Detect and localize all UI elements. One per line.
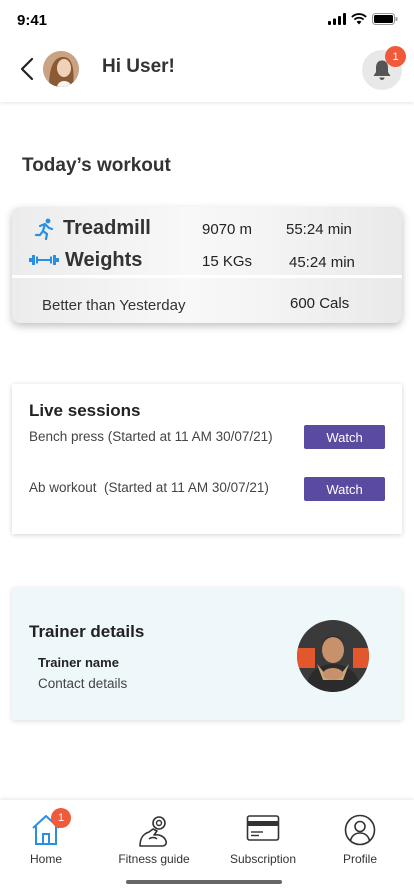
session-description: Bench press (Started at 11 AM 30/07/21) <box>29 429 273 444</box>
trainer-contact[interactable]: Contact details <box>38 676 127 691</box>
workout-summary-card: Treadmill 9070 m 55:24 min Weights 15 KG… <box>12 207 402 323</box>
tab-home[interactable]: Home <box>0 800 92 876</box>
home-badge: 1 <box>51 808 71 828</box>
trainer-details-card: Trainer details Trainer name Contact det… <box>12 588 402 720</box>
avatar-image <box>43 51 79 87</box>
tab-subscription[interactable]: Subscription <box>217 800 309 876</box>
back-chevron-icon <box>20 57 34 81</box>
card-icon <box>246 815 280 841</box>
status-bar: 9:41 <box>0 0 414 44</box>
todays-workout-title: Today’s workout <box>22 155 171 176</box>
battery-icon <box>372 13 398 25</box>
trainer-name: Trainer name <box>38 655 119 670</box>
trainer-details-title: Trainer details <box>29 622 145 641</box>
trainer-image <box>297 620 369 692</box>
live-sessions-card: Live sessions Bench press (Started at 11… <box>12 384 402 534</box>
tab-label: Fitness guide <box>118 852 190 866</box>
card-divider <box>12 275 402 278</box>
calories-value: 600 Cals <box>290 295 350 312</box>
workout-name: Treadmill <box>63 217 151 239</box>
comparison-label: Better than Yesterday <box>42 297 186 314</box>
session-description: Ab workout (Started at 11 AM 30/07/21) <box>29 480 269 495</box>
tab-label: Profile <box>342 852 377 866</box>
notification-badge: 1 <box>385 46 406 67</box>
watch-button[interactable]: Watch <box>304 477 385 501</box>
tab-label: Subscription <box>229 852 297 866</box>
workout-duration: 45:24 min <box>289 254 355 271</box>
wifi-icon <box>351 13 367 25</box>
user-avatar[interactable] <box>43 51 79 87</box>
greeting-title: Hi User! <box>102 56 175 77</box>
running-icon <box>34 218 54 240</box>
profile-icon <box>344 814 376 846</box>
tab-profile[interactable]: Profile <box>318 800 402 876</box>
trainer-avatar[interactable] <box>297 620 369 692</box>
workout-name: Weights <box>65 249 143 271</box>
live-sessions-title: Live sessions <box>29 401 141 420</box>
watch-button[interactable]: Watch <box>304 425 385 449</box>
workout-duration: 55:24 min <box>286 221 352 238</box>
signal-icon <box>328 13 346 25</box>
status-time: 9:41 <box>17 12 48 29</box>
workout-amount: 9070 m <box>202 221 253 238</box>
status-icons <box>328 13 398 25</box>
back-button[interactable] <box>16 54 38 84</box>
dumbbell-icon <box>29 255 59 265</box>
tab-label: Home <box>29 852 62 866</box>
tab-fitness-guide[interactable]: Fitness guide <box>108 800 200 876</box>
bicep-icon <box>139 816 168 847</box>
workout-amount: 15 KGs <box>202 253 253 270</box>
home-indicator <box>126 880 282 884</box>
app-header: Hi User! 1 <box>0 44 414 102</box>
